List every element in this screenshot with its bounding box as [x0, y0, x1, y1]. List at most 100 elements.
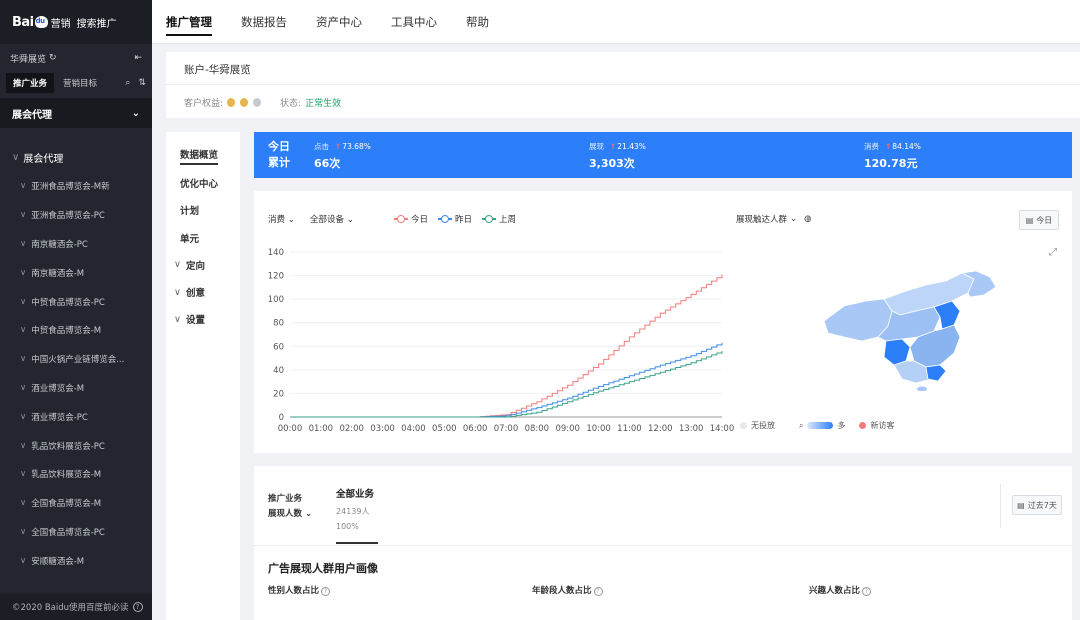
sidebar-plan-item[interactable]: ∨ 南京糖酒会-M: [0, 258, 152, 287]
nav-help[interactable]: 帮助: [466, 0, 489, 44]
sidebar-plan-item[interactable]: ∨ 酒业博览会-PC: [0, 402, 152, 431]
refresh-icon[interactable]: ↻: [49, 53, 57, 63]
sort-icon[interactable]: ⇅: [138, 78, 146, 88]
crowd-dropdown[interactable]: 展现触达人群 ⌄ ◍: [736, 213, 812, 225]
all-business-tab[interactable]: 全部业务 24139人 100%: [336, 486, 374, 531]
sidebar-tabs: 推广业务 营销目标 ⌕ ⇅: [0, 72, 152, 94]
sidebar-plan-item[interactable]: ∨ 乳品饮料展览会-M: [0, 460, 152, 489]
sidebar-plan-item[interactable]: ∨ 安顺糖酒会-M: [0, 546, 152, 575]
y-tick-label: 100: [268, 295, 284, 305]
gender-subtitle: 性别人数占比?: [268, 584, 331, 596]
legend-line-icon: [438, 215, 452, 223]
medal-icon: [253, 98, 262, 107]
medal-icon: [240, 98, 249, 107]
account-header: 账户-华舜展览 客户权益: 状态: 正常生效: [166, 52, 1080, 118]
chevron-down-icon: ⌄: [131, 107, 140, 119]
subnav-optimization[interactable]: 优化中心: [166, 169, 240, 196]
plan-label: 乳品饮料展览会-PC: [31, 441, 105, 452]
help-icon[interactable]: ?: [321, 587, 331, 596]
subnav-creative[interactable]: ∨ 创意: [166, 278, 240, 305]
subnav-settings[interactable]: ∨ 设置: [166, 306, 240, 333]
nav-asset-center[interactable]: 资产中心: [316, 0, 362, 44]
sidebar-plan-item[interactable]: ∨ 亚洲食品博览会-M新: [0, 172, 152, 201]
account-status: 状态: 正常生效: [280, 99, 342, 109]
arrow-up-icon: ↑: [885, 142, 892, 151]
group-selector[interactable]: 展会代理 ⌄: [0, 98, 152, 128]
x-tick-label: 09:00: [555, 424, 580, 434]
arrow-up-icon: ↑: [610, 142, 617, 151]
logo-sub: 营销: [50, 18, 71, 30]
sidebar-plan-item[interactable]: ∨ 全国食品博览会-PC: [0, 518, 152, 547]
sidebar-plan-item[interactable]: ∨ 中国火锅产业链博览会...: [0, 345, 152, 374]
plan-label: 酒业博览会-M: [31, 383, 85, 394]
help-icon[interactable]: ?: [593, 587, 603, 596]
account-name[interactable]: 华舜展览: [10, 52, 46, 65]
chevron-down-icon: ∨: [20, 411, 27, 422]
search-icon[interactable]: ⌕: [125, 78, 130, 88]
expand-icon[interactable]: ⤢: [1049, 247, 1057, 258]
series-yesterday-line[interactable]: [290, 342, 723, 418]
sidebar-plan-item[interactable]: ∨ 乳品饮料展览会-PC: [0, 431, 152, 460]
y-tick-label: 120: [268, 272, 284, 282]
baidu-logo[interactable]: Bai 营销 搜索推广: [0, 0, 152, 44]
metric-dropdown[interactable]: 消费 ⌄: [268, 213, 295, 225]
chevron-down-icon: ∨: [174, 286, 181, 298]
past-7-days-button[interactable]: ▤ 过去7天: [1012, 495, 1062, 515]
sidebar-plan-item[interactable]: ∨ 酒业博览会-M: [0, 374, 152, 403]
chevron-down-icon: ∨: [20, 238, 27, 249]
nav-tool-center[interactable]: 工具中心: [391, 0, 437, 44]
tab-marketing-goal[interactable]: 营销目标: [56, 73, 104, 93]
legend-today[interactable]: 今日: [394, 213, 428, 225]
legend-line-icon: [394, 215, 408, 223]
x-tick-label: 05:00: [432, 424, 457, 434]
map-region-hainan[interactable]: [917, 386, 927, 392]
x-tick-label: 06:00: [463, 424, 488, 434]
x-tick-label: 12:00: [648, 424, 673, 434]
today-stats-bar: 今日 累计 点击 ↑73.68% 66次 展现 ↑21.43% 3,303次 消费 ↑8…: [254, 132, 1072, 178]
help-icon[interactable]: ?: [862, 587, 872, 596]
series-today-line[interactable]: [290, 274, 723, 418]
legend-yesterday[interactable]: 昨日: [438, 213, 472, 225]
map-legend: 无投放 ⌕ 多 新访客: [740, 420, 894, 431]
map-region-guangdong[interactable]: [925, 364, 947, 382]
tab-promotion-business[interactable]: 推广业务: [6, 73, 55, 93]
sidebar-plan-item[interactable]: ∨ 全国食品博览会-M: [0, 489, 152, 518]
chevron-down-icon: ∨: [20, 325, 27, 336]
help-icon[interactable]: ?: [132, 602, 143, 612]
info-icon[interactable]: ◍: [804, 214, 811, 224]
nav-promotion-management[interactable]: 推广管理: [166, 0, 212, 44]
sidebar-footer: ©2020 Baidu使用百度前必读 ?: [0, 594, 152, 620]
plan-label: 全国食品博览会-M: [31, 499, 102, 510]
chevron-down-icon: ∨: [20, 267, 27, 278]
sidebar-plan-item[interactable]: ∨ 南京糖酒会-PC: [0, 230, 152, 259]
sidebar-plan-item[interactable]: ∨ 中贸食品博览会-PC: [0, 287, 152, 316]
chevron-down-icon: ⌄: [346, 215, 354, 225]
series-last-week-line[interactable]: [290, 351, 723, 418]
copyright-text[interactable]: ©2020 Baidu使用百度前必读: [12, 601, 129, 613]
business-selector[interactable]: 推广业务 展现人数 ⌄: [268, 492, 312, 522]
status-badge: 正常生效: [305, 99, 342, 109]
plan-label: 中贸食品博览会-M: [31, 326, 102, 337]
subnav-targeting[interactable]: ∨ 定向: [166, 251, 240, 278]
x-tick-label: 07:00: [494, 424, 519, 434]
x-tick-label: 08:00: [525, 424, 550, 434]
device-dropdown[interactable]: 全部设备 ⌄: [310, 213, 354, 225]
chevron-down-icon: ∨: [20, 382, 27, 393]
chevron-down-icon: ∨: [20, 469, 27, 480]
subnav-data-overview[interactable]: 数据概览: [166, 142, 240, 169]
subnav-plan[interactable]: 计划: [166, 197, 240, 224]
sidebar: Bai 营销 搜索推广 华舜展览↻ ⇤ 推广业务 营销目标 ⌕⇅ 展会代理 ⌄ …: [0, 0, 152, 620]
plan-label: 亚洲食品博览会-M新: [31, 182, 110, 193]
sidebar-plan-item[interactable]: ∨ 亚洲食品博览会-PC: [0, 201, 152, 230]
plan-tree-header[interactable]: ∨ 展会代理: [0, 142, 152, 172]
legend-last-week[interactable]: 上周: [482, 213, 516, 225]
y-tick-label: 20: [273, 389, 284, 399]
chevron-down-icon: ⌄: [287, 215, 295, 225]
nav-data-report[interactable]: 数据报告: [241, 0, 287, 44]
x-tick-label: 02:00: [339, 424, 364, 434]
subnav-unit[interactable]: 单元: [166, 224, 240, 251]
collapse-sidebar-icon[interactable]: ⇤: [134, 53, 142, 63]
sidebar-plan-item[interactable]: ∨ 中贸食品博览会-M: [0, 316, 152, 345]
account-row: 华舜展览 ↻ ⇤: [0, 44, 152, 72]
today-button[interactable]: ▤ 今日: [1019, 210, 1059, 230]
